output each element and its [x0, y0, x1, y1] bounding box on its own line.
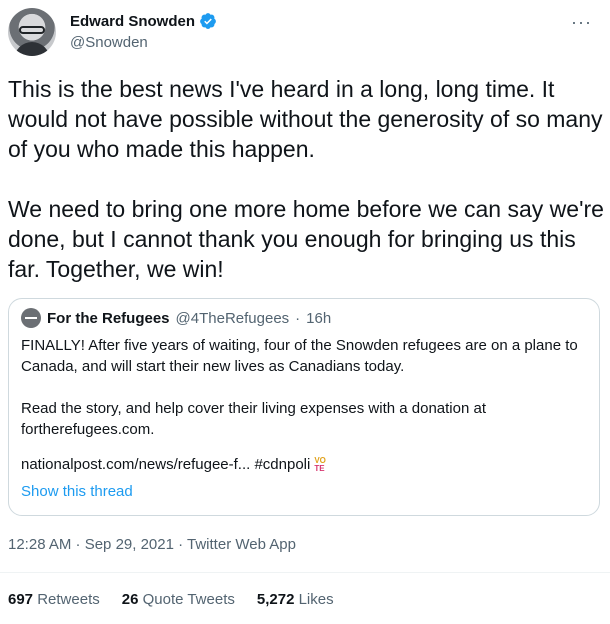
retweets-stat[interactable]: 697 Retweets — [8, 591, 100, 608]
engagement-stats: 697 Retweets 26 Quote Tweets 5,272 Likes — [8, 591, 334, 608]
retweets-count: 697 — [8, 591, 34, 608]
show-thread-link[interactable]: Show this thread — [21, 483, 133, 500]
quoted-header: For the Refugees @4TheRefugees · 16h — [21, 308, 331, 328]
quoted-tweet[interactable]: For the Refugees @4TheRefugees · 16h FIN… — [8, 298, 600, 516]
quote-tweets-count: 26 — [121, 591, 139, 608]
tweet-header: Edward Snowden @Snowden ··· — [8, 8, 600, 62]
divider — [0, 572, 610, 573]
author-name-row[interactable]: Edward Snowden — [70, 12, 217, 30]
avatar-glasses — [19, 26, 45, 34]
avatar-shoulders — [14, 42, 50, 56]
retweets-label: Retweets — [37, 591, 100, 608]
quoted-text: FINALLY! After five years of waiting, fo… — [21, 337, 578, 438]
quoted-author-handle[interactable]: @4TheRefugees — [176, 310, 290, 327]
quoted-author-name[interactable]: For the Refugees — [47, 310, 170, 327]
quoted-avatar[interactable] — [21, 308, 41, 328]
likes-label: Likes — [298, 591, 334, 608]
likes-stat[interactable]: 5,272 Likes — [257, 591, 334, 608]
likes-count: 5,272 — [256, 591, 295, 608]
quoted-link-row[interactable]: nationalpost.com/news/refugee-f... #cdnp… — [21, 456, 326, 473]
more-options-icon[interactable]: ··· — [571, 12, 592, 33]
quote-tweets-stat[interactable]: 26 Quote Tweets — [122, 591, 235, 608]
tweet-text: This is the best news I've heard in a lo… — [8, 76, 604, 282]
quoted-link[interactable]: nationalpost.com/news/refugee-f... #cdnp… — [21, 456, 310, 473]
avatar[interactable] — [8, 8, 56, 56]
vote-icon: VO TE — [314, 456, 326, 473]
verified-badge-icon — [200, 13, 216, 29]
vote-icon-line2: TE — [314, 463, 325, 473]
tweet-timestamp[interactable]: 12:28 AM · Sep 29, 2021 · Twitter Web Ap… — [8, 536, 296, 553]
quoted-separator: · — [295, 309, 301, 327]
quoted-time[interactable]: 16h — [306, 310, 331, 327]
author-name[interactable]: Edward Snowden — [70, 13, 195, 30]
quote-tweets-label: Quote Tweets — [142, 591, 235, 608]
author-handle[interactable]: @Snowden — [70, 34, 148, 51]
